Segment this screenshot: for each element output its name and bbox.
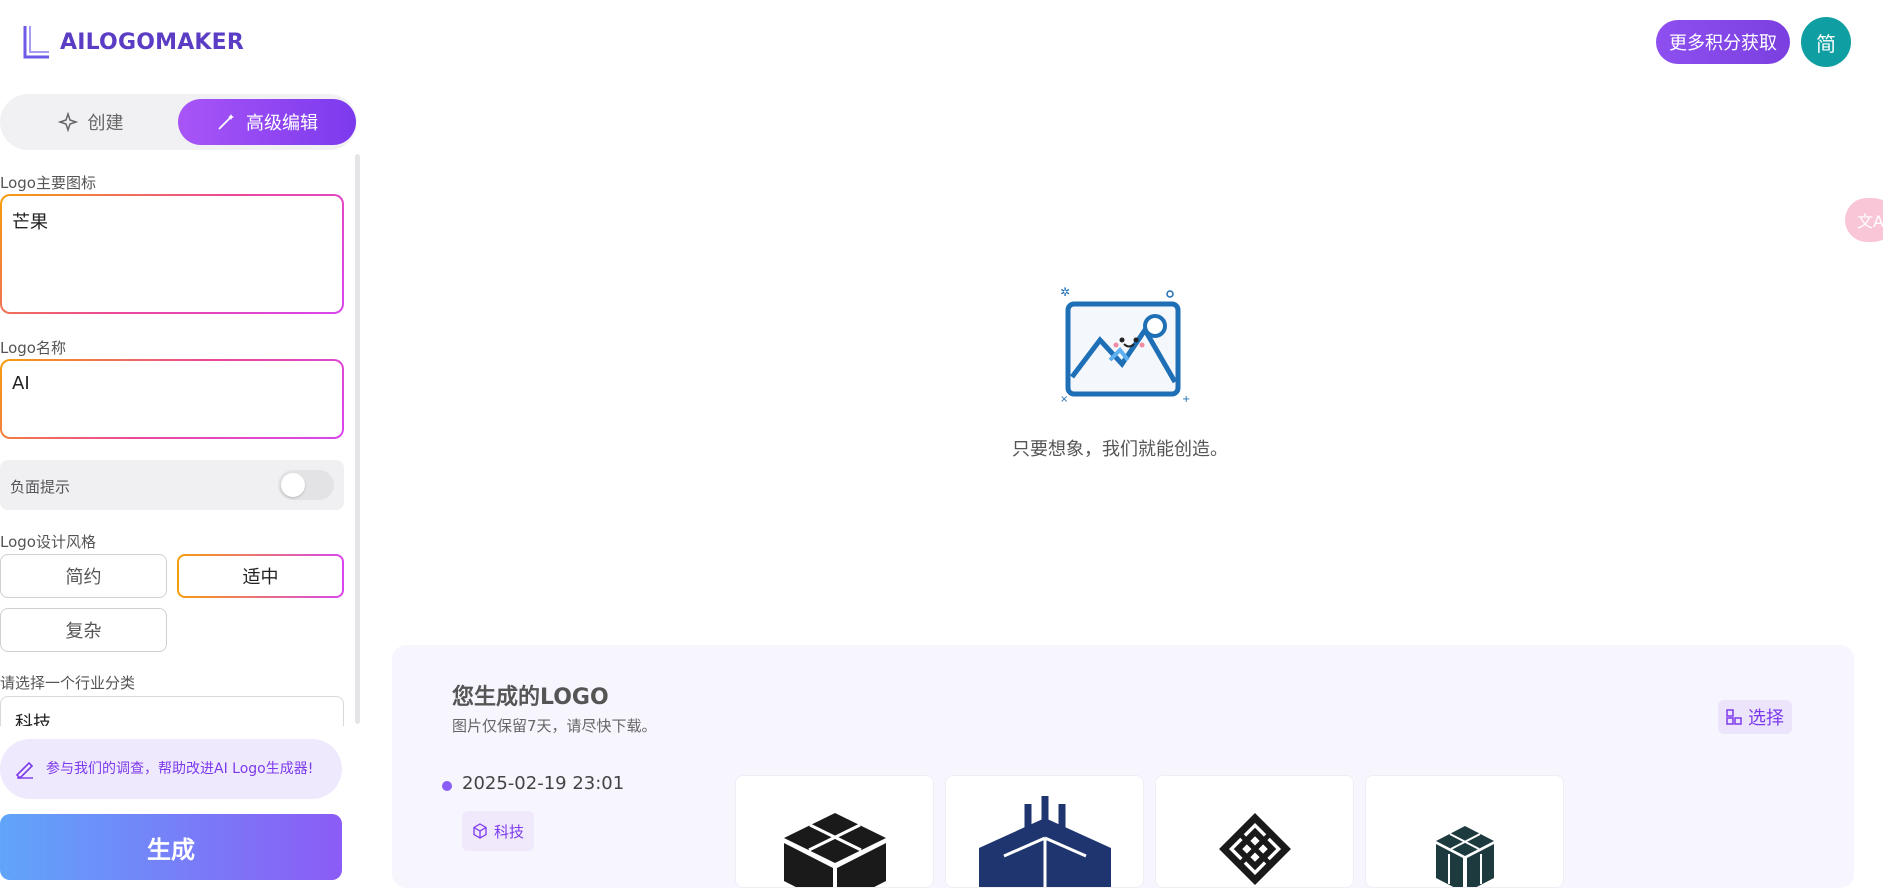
- style-option-moderate-label: 适中: [179, 556, 342, 596]
- negative-prompt-toggle[interactable]: [278, 470, 334, 500]
- cube-tag-icon: [473, 823, 487, 839]
- gallery-select-label: 选择: [1748, 708, 1784, 729]
- icon-field-label: Logo主要图标: [0, 174, 96, 192]
- name-field-value[interactable]: AI: [2, 361, 342, 437]
- cube-logo-navy-icon: [979, 796, 1111, 887]
- entry-date: 2025-02-19 23:01: [462, 773, 625, 794]
- gallery-title: 您生成的LOGO: [452, 685, 609, 710]
- logo-thumbnail[interactable]: [1365, 775, 1564, 888]
- name-field[interactable]: AI: [0, 359, 344, 439]
- knot-logo-black-icon: [1219, 813, 1291, 885]
- empty-state: ✲ × +: [1010, 282, 1230, 416]
- empty-state-text: 只要想象，我们就能创造。: [1012, 439, 1228, 460]
- survey-banner[interactable]: 参与我们的调查，帮助改进AI Logo生成器!: [0, 739, 342, 799]
- sidebar: 创建 高级编辑 Logo主要图标 芒果 Logo名称 AI 负面提示 Logo设…: [0, 94, 360, 888]
- app-logo[interactable]: AILOGOMAKER: [22, 24, 244, 60]
- sidebar-scrollbar[interactable]: [355, 154, 360, 724]
- logo-thumbnail[interactable]: [735, 775, 934, 888]
- style-label: Logo设计风格: [0, 533, 96, 551]
- svg-text:+: +: [1182, 394, 1190, 405]
- logo-text: AILOGOMAKER: [60, 29, 245, 55]
- sparkle-icon: [57, 112, 78, 132]
- svg-text:×: ×: [1060, 394, 1068, 405]
- tab-advanced-edit-label: 高级编辑: [246, 113, 318, 134]
- entry-tag-label: 科技: [493, 822, 524, 841]
- magic-wand-icon: [218, 114, 234, 130]
- industry-select-value: 科技: [15, 713, 51, 726]
- svg-text:✲: ✲: [1060, 285, 1070, 299]
- icon-field[interactable]: 芒果: [0, 194, 344, 314]
- industry-label: 请选择一个行业分类: [0, 674, 136, 692]
- entry-tag: 科技: [462, 811, 534, 851]
- style-option-moderate[interactable]: 适中: [177, 554, 344, 598]
- gallery-select-button[interactable]: 选择: [1718, 700, 1792, 734]
- name-field-label: Logo名称: [0, 339, 66, 357]
- logo-thumbnail[interactable]: [945, 775, 1144, 888]
- survey-text: 参与我们的调查，帮助改进AI Logo生成器!: [46, 760, 314, 777]
- style-option-simple[interactable]: 简约: [0, 554, 167, 598]
- survey-pen-icon: [15, 761, 34, 780]
- tab-create[interactable]: 创建: [8, 99, 173, 145]
- logo-thumbnail[interactable]: [1155, 775, 1354, 888]
- tab-advanced-edit[interactable]: 高级编辑: [178, 99, 356, 145]
- generated-logos-panel: 您生成的LOGO 图片仅保留7天，请尽快下载。 选择 2025-02-19 23…: [392, 645, 1854, 888]
- translate-float-button[interactable]: 文A: [1845, 198, 1883, 242]
- svg-text:文A: 文A: [1857, 212, 1883, 231]
- language-avatar[interactable]: 简: [1801, 17, 1851, 67]
- mode-tabs: 创建 高级编辑: [0, 94, 357, 150]
- negative-prompt-row: 负面提示: [0, 460, 344, 510]
- toggle-knob: [281, 473, 305, 497]
- select-grid-icon: [1726, 709, 1742, 725]
- cube-logo-black-icon: [784, 813, 886, 887]
- tab-create-label: 创建: [87, 113, 124, 134]
- industry-select[interactable]: 科技: [0, 696, 344, 726]
- logo-mark-icon: [23, 26, 49, 59]
- style-option-complex[interactable]: 复杂: [0, 608, 167, 652]
- gallery-subtitle: 图片仅保留7天，请尽快下载。: [452, 717, 657, 735]
- cube-logo-teal-icon: [1436, 826, 1494, 887]
- header: AILOGOMAKER 更多积分获取 简: [0, 0, 1883, 86]
- translate-icon: 文A: [1857, 212, 1883, 231]
- icon-field-value[interactable]: 芒果: [2, 196, 342, 312]
- get-more-points-button[interactable]: 更多积分获取: [1656, 20, 1790, 64]
- negative-prompt-label: 负面提示: [10, 478, 71, 496]
- empty-image-icon: ✲ × +: [1060, 285, 1190, 405]
- timeline-dot: [442, 781, 452, 791]
- generate-button[interactable]: 生成: [0, 814, 342, 880]
